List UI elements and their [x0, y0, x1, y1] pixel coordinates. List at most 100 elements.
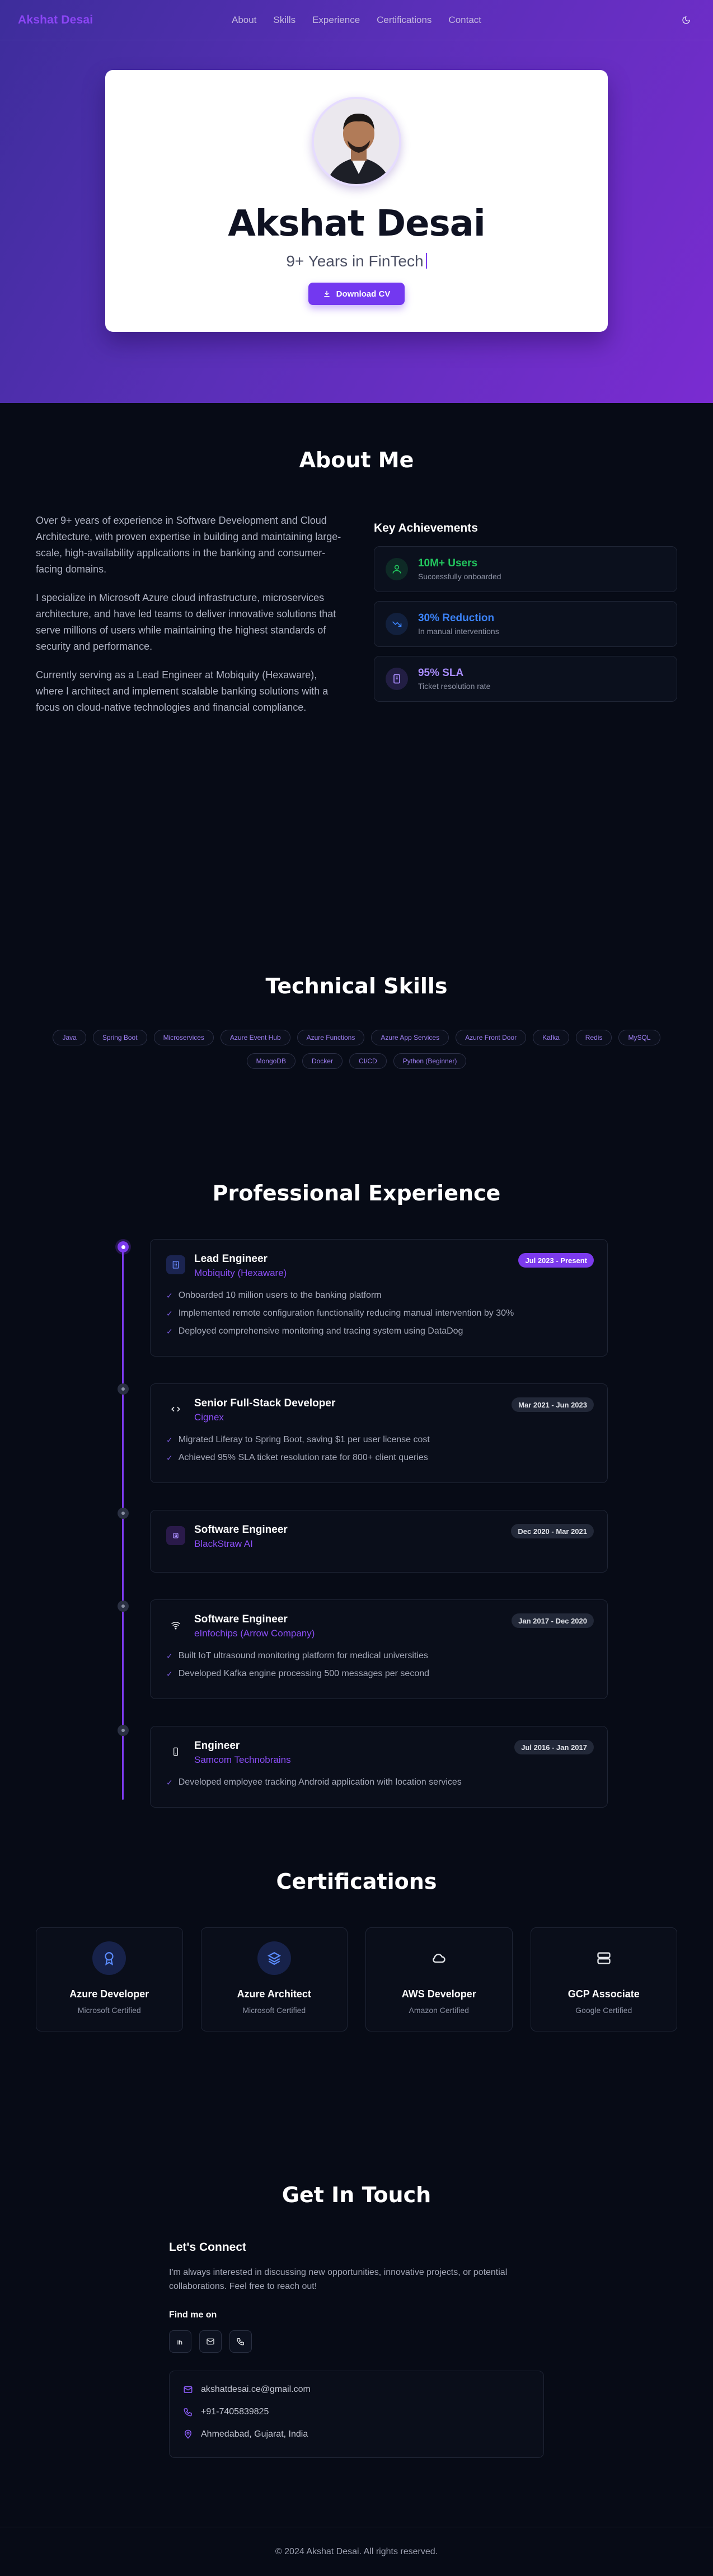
job-bullet: ✓ Developed Kafka engine processing 500 m… — [166, 1668, 594, 1679]
job-bullet: ✓ Onboarded 10 million users to the banki… — [166, 1290, 594, 1301]
skill-chip: Spring Boot — [92, 1030, 147, 1045]
map-pin-icon — [184, 2429, 192, 2439]
job-bullet-text: Onboarded 10 million users to the bankin… — [178, 1291, 382, 1300]
experience-section: Professional Experience Lead Engineer Mo… — [0, 1181, 713, 1869]
certifications-grid: Azure Developer Microsoft Certified Azur… — [0, 1927, 713, 2031]
avatar — [312, 97, 401, 186]
nav-link-experience[interactable]: Experience — [312, 15, 360, 26]
check-icon: ✓ — [166, 1778, 173, 1787]
cert-card: GCP Associate Google Certified — [530, 1927, 677, 2031]
nav-link-about[interactable]: About — [232, 15, 256, 26]
users-icon — [385, 558, 408, 580]
nav-link-contact[interactable]: Contact — [448, 15, 481, 26]
check-icon: ✓ — [166, 1309, 173, 1318]
job-bullet: ✓ Built IoT ultrasound monitoring platfor… — [166, 1650, 594, 1662]
brand-logo[interactable]: Akshat Desai — [18, 13, 93, 27]
job-card: Software Engineer eInfochips (Arrow Comp… — [150, 1599, 608, 1699]
moon-icon — [682, 16, 690, 24]
skills-list: Java Spring Boot Microservices Azure Eve… — [32, 1030, 681, 1069]
job-bullet-text: Built IoT ultrasound monitoring platform… — [178, 1651, 428, 1660]
achievement-card: 30% Reduction In manual interventions — [373, 601, 677, 647]
timeline-dot — [118, 1601, 129, 1612]
job-company: eInfochips (Arrow Company) — [194, 1628, 315, 1639]
hero-card: Akshat Desai 9+ Years in FinTech Downloa… — [105, 70, 608, 332]
cert-issuer: Microsoft Certified — [77, 2006, 141, 2015]
download-icon — [323, 290, 330, 297]
job-bullet: ✓ Migrated Liferay to Spring Boot, saving… — [166, 1434, 594, 1446]
check-icon: ✓ — [166, 1327, 173, 1336]
theme-toggle-button[interactable] — [677, 11, 695, 29]
footer-copyright: © 2024 Akshat Desai. All rights reserved… — [275, 2546, 438, 2556]
skill-chip: Azure Functions — [297, 1030, 365, 1045]
hero-section: Akshat Desai 9+ Years in FinTech Downloa… — [0, 0, 713, 403]
about-paragraph: Currently serving as a Lead Engineer at … — [36, 669, 329, 713]
linkedin-icon — [177, 2339, 182, 2345]
job-bullet-text: Developed Kafka engine processing 500 me… — [178, 1669, 430, 1678]
award-icon — [92, 1941, 126, 1975]
contact-title: Get In Touch — [282, 2183, 431, 2207]
linkedin-button[interactable] — [169, 2330, 191, 2353]
email-button[interactable] — [199, 2330, 222, 2353]
building-icon — [166, 1255, 185, 1274]
job-company: Cignex — [194, 1412, 224, 1423]
achievement-card: 10M+ Users Successfully onboarded — [373, 546, 677, 592]
top-nav: Akshat Desai About Skills Experience Cer… — [0, 0, 713, 40]
contact-details: akshatdesai.ce@gmail.com +91-7405839825 … — [169, 2371, 544, 2458]
cert-card: Azure Architect Microsoft Certified — [200, 1927, 348, 2031]
job-card: Software Engineer BlackStraw AI Dec 2020… — [150, 1510, 608, 1573]
nav-links: About Skills Experience Certifications C… — [232, 15, 481, 26]
skill-chip: MongoDB — [246, 1053, 295, 1069]
experience-title: Professional Experience — [212, 1181, 501, 1205]
cert-issuer: Amazon Certified — [409, 2006, 469, 2015]
skill-chip: Python (Beginner) — [393, 1053, 467, 1069]
about-paragraph: I specialize in Microsoft Azure cloud in… — [36, 592, 336, 652]
about-paragraph: Over 9+ years of experience in Software … — [36, 515, 341, 575]
cert-name: GCP Associate — [567, 1988, 640, 2000]
phone-button[interactable] — [229, 2330, 252, 2353]
nav-link-certifications[interactable]: Certifications — [377, 15, 431, 26]
contact-location: Ahmedabad, Gujarat, India — [183, 2428, 530, 2441]
skill-chip: CI/CD — [349, 1053, 387, 1069]
skill-chip: Azure Event Hub — [220, 1030, 290, 1045]
contact-email[interactable]: akshatdesai.ce@gmail.com — [183, 2383, 530, 2396]
job-date-badge: Mar 2021 - Jun 2023 — [512, 1397, 594, 1412]
contact-phone[interactable]: +91-7405839825 — [183, 2406, 530, 2418]
download-cv-button[interactable]: Download CV — [308, 283, 405, 305]
achievement-title: 10M+ Users — [418, 557, 478, 569]
ticket-icon — [385, 668, 408, 690]
job-card: Engineer Samcom Technobrains Jul 2016 - … — [150, 1726, 608, 1808]
find-me-label: Find me on — [169, 2310, 217, 2320]
cert-card: Azure Developer Microsoft Certified — [36, 1927, 183, 2031]
cert-name: Azure Architect — [237, 1988, 311, 2000]
skill-chip: Java — [53, 1030, 86, 1045]
achievements-title: Key Achievements — [373, 522, 478, 534]
mail-icon — [184, 2386, 193, 2393]
check-icon: ✓ — [166, 1453, 173, 1462]
timeline-dot — [118, 1725, 129, 1736]
social-links — [169, 2330, 544, 2353]
job-card: Senior Full-Stack Developer Cignex Mar 2… — [150, 1383, 608, 1483]
timeline-dot — [118, 1508, 129, 1519]
job-title: Engineer — [194, 1740, 240, 1752]
timeline-dot — [118, 1383, 129, 1395]
job-bullets: ✓ Migrated Liferay to Spring Boot, saving… — [166, 1434, 594, 1463]
server-icon — [587, 1941, 621, 1975]
nav-link-skills[interactable]: Skills — [273, 15, 295, 26]
cert-name: Azure Developer — [69, 1988, 149, 2000]
about-section: About Me Over 9+ years of experience in … — [0, 403, 713, 974]
phone-icon — [184, 2408, 192, 2417]
job-bullet-text: Deployed comprehensive monitoring and tr… — [178, 1326, 463, 1336]
job-title: Software Engineer — [194, 1613, 288, 1625]
code-icon — [166, 1400, 185, 1419]
key-achievements: Key Achievements 10M+ Users Successfully… — [373, 522, 677, 728]
job-bullets: ✓ Built IoT ultrasound monitoring platfor… — [166, 1650, 594, 1679]
cloud-icon — [422, 1941, 456, 1975]
contact-location-text: Ahmedabad, Gujarat, India — [201, 2429, 308, 2439]
trend-down-icon — [385, 613, 408, 635]
hero-subtitle: 9+ Years in FinTech — [286, 252, 427, 270]
about-text: Over 9+ years of experience in Software … — [36, 513, 343, 728]
check-icon: ✓ — [166, 1651, 173, 1660]
achievement-title: 30% Reduction — [418, 612, 495, 624]
job-title: Software Engineer — [194, 1524, 288, 1536]
achievement-sub: Successfully onboarded — [418, 572, 501, 581]
